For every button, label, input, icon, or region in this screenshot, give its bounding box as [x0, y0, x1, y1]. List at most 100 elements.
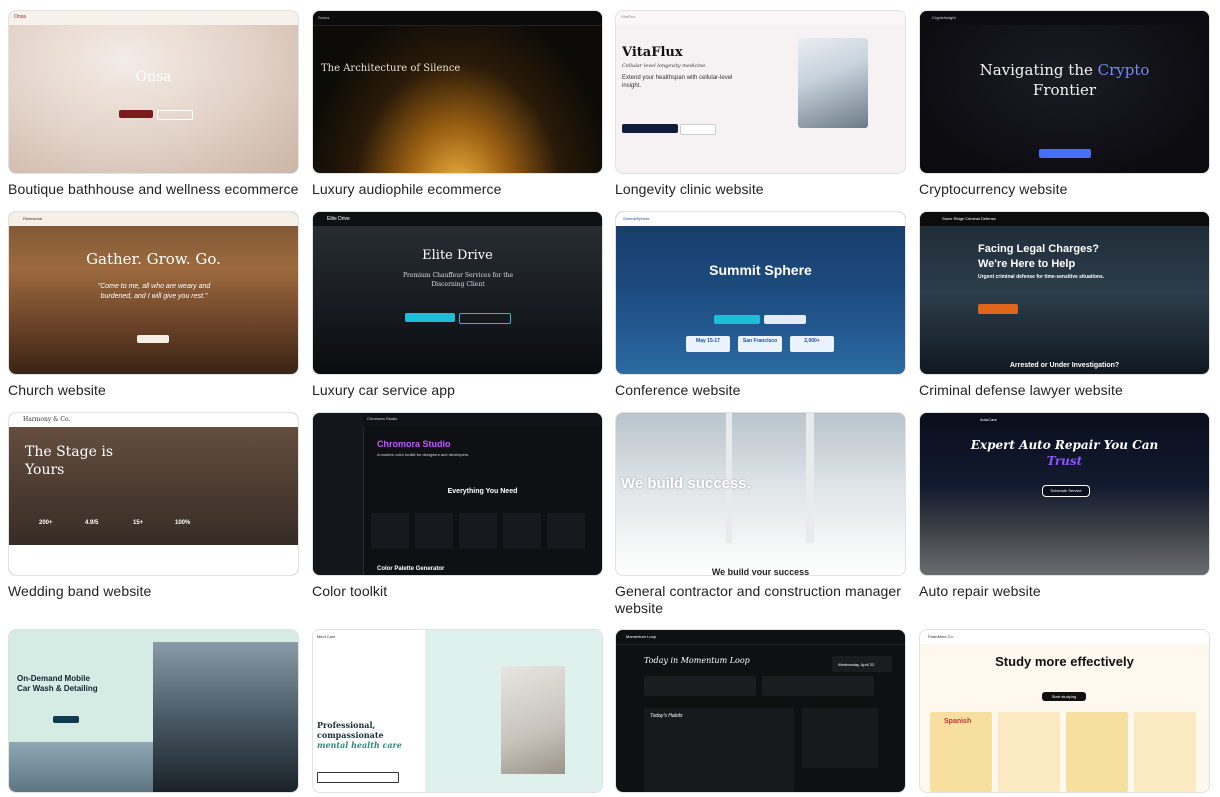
card-caption[interactable]: Luxury car service app — [312, 382, 603, 399]
brand-logo: FlashMind Co. — [928, 634, 954, 639]
hero-button[interactable] — [137, 335, 169, 343]
brand-logo: Chromora Studio — [367, 416, 398, 421]
thumbnail[interactable]: Chromora Studio Chromora Studio A modern… — [312, 412, 603, 576]
stat-row: 200+ 4.9/5 15+ 100% — [39, 520, 209, 534]
template-card-habit-tracker[interactable]: Momentum Loop Today in Momentum Loop Wed… — [615, 629, 906, 793]
hero-button[interactable] — [1039, 149, 1091, 158]
thumbnail[interactable]: Elite Drive Elite Drive Premium Chauffeu… — [312, 211, 603, 375]
thumbnail[interactable]: We build success. We build your success — [615, 412, 906, 576]
template-card-church[interactable]: Riverstone Gather. Grow. Go. "Come to me… — [8, 211, 299, 399]
brand-logo: Harmony & Co. — [23, 416, 71, 423]
thumbnail[interactable]: Harmony & Co. The Stage is Yours 200+ 4.9… — [8, 412, 299, 576]
template-card-crypto[interactable]: CryptoInsight Navigating the Crypto Fron… — [919, 10, 1210, 198]
hero-subtitle: Urgent criminal defense for time-sensiti… — [978, 274, 1105, 280]
hero-body: Extend your healthspan with cellular-lev… — [622, 75, 733, 89]
template-card-mental-health[interactable]: Mind Care Professional, compassionate men… — [312, 629, 603, 793]
section-title: Today's Habits — [650, 713, 683, 719]
hero-title: Today in Momentum Loop — [644, 656, 750, 665]
hero-button-primary[interactable] — [405, 313, 455, 322]
thumbnail[interactable]: Sonus The Architecture of Silence — [312, 10, 603, 174]
feature-card — [415, 513, 453, 549]
hero-button[interactable]: Start studying — [1042, 692, 1086, 701]
brand-logo: Sonus — [318, 15, 330, 20]
hero-title: Onsa — [135, 69, 172, 85]
deck-card[interactable] — [1134, 712, 1196, 792]
deck-card[interactable] — [1066, 712, 1128, 792]
card-caption[interactable]: Church website — [8, 382, 299, 399]
template-card-car-service[interactable]: Elite Drive Elite Drive Premium Chauffeu… — [312, 211, 603, 399]
card-caption[interactable]: General contractor and construction mana… — [615, 583, 906, 617]
deck-card[interactable] — [998, 712, 1060, 792]
band-strip — [9, 545, 298, 575]
section-footer: We build your success — [711, 567, 810, 576]
hero-title: Professional, compassionate mental health… — [317, 720, 402, 750]
thumbnail[interactable]: CryptoInsight Navigating the Crypto Fron… — [919, 10, 1210, 174]
thumbnail[interactable]: SummitSphere Summit Sphere May 15-17 San… — [615, 211, 906, 375]
template-card-wedding-band[interactable]: Harmony & Co. The Stage is Yours 200+ 4.9… — [8, 412, 299, 600]
habits-panel: Today's Habits — [644, 708, 794, 792]
template-card-conference[interactable]: SummitSphere Summit Sphere May 15-17 San… — [615, 211, 906, 399]
hero-button-secondary[interactable] — [459, 313, 511, 324]
hero-title: Expert Auto Repair You Can Trust — [970, 438, 1159, 468]
hero-title: The Stage is Yours — [25, 444, 114, 478]
hero-title: Study more effectively — [995, 654, 1134, 669]
hero-button-primary[interactable] — [714, 315, 760, 324]
hero-button-secondary[interactable] — [680, 124, 716, 135]
template-card-audiophile[interactable]: Sonus The Architecture of Silence Luxury… — [312, 10, 603, 198]
thumbnail[interactable]: VitaFlux VitaFlux Cellular level longevi… — [615, 10, 906, 174]
card-caption[interactable]: Color toolkit — [312, 583, 603, 600]
hero-button-secondary[interactable] — [764, 315, 806, 324]
hero-title: VitaFlux — [622, 45, 683, 60]
hero-title: Gather. Grow. Go. — [86, 250, 221, 268]
card-caption[interactable]: Longevity clinic website — [615, 181, 906, 198]
card-caption[interactable]: Cryptocurrency website — [919, 181, 1210, 198]
hero-button[interactable]: Schedule Service — [1042, 485, 1090, 497]
template-card-lawyer[interactable]: Stone Ridge Criminal Defense Facing Lega… — [919, 211, 1210, 399]
hero-title: Chromora Studio — [377, 439, 451, 449]
thumbnail[interactable]: Stone Ridge Criminal Defense Facing Lega… — [919, 211, 1210, 375]
hero-photo — [153, 642, 298, 792]
hero-button[interactable] — [317, 772, 399, 783]
thumbnail[interactable]: AutoCare Expert Auto Repair You Can Trust… — [919, 412, 1210, 576]
card-caption[interactable]: Luxury audiophile ecommerce — [312, 181, 603, 198]
photo-collage — [501, 666, 565, 774]
hero-button-primary[interactable] — [119, 110, 153, 118]
template-card-contractor[interactable]: We build success. We build your success … — [615, 412, 906, 617]
stat-attendees: 2,000+ — [790, 336, 834, 352]
thumbnail[interactable]: Mind Care Professional, compassionate men… — [312, 629, 603, 793]
card-caption[interactable]: Boutique bathhouse and wellness ecommerc… — [8, 181, 299, 198]
deck-card[interactable]: Spanish — [930, 712, 992, 792]
hero-quote: "Come to me, all who are weary and burde… — [97, 283, 211, 300]
stat-card — [762, 676, 874, 696]
template-card-flashcards[interactable]: FlashMind Co. Study more effectively Sta… — [919, 629, 1210, 793]
feature-card — [459, 513, 497, 549]
hero-button-primary[interactable] — [622, 124, 678, 133]
hero-subtitle: A modern color toolkit for designers and… — [377, 452, 470, 457]
brand-logo: CryptoInsight — [932, 15, 956, 20]
template-card-auto-repair[interactable]: AutoCare Expert Auto Repair You Can Trust… — [919, 412, 1210, 600]
template-card-longevity[interactable]: VitaFlux VitaFlux Cellular level longevi… — [615, 10, 906, 198]
template-card-color-toolkit[interactable]: Chromora Studio Chromora Studio A modern… — [312, 412, 603, 600]
hero-button[interactable] — [53, 716, 79, 723]
hero-button[interactable] — [978, 304, 1018, 314]
hero-title: Elite Drive — [422, 248, 493, 263]
feature-card — [503, 513, 541, 549]
template-card-car-wash[interactable]: On-Demand Mobile Car Wash & Detailing — [8, 629, 299, 793]
stat-location: San Francisco — [738, 336, 782, 352]
thumbnail[interactable]: Momentum Loop Today in Momentum Loop Wed… — [615, 629, 906, 793]
card-caption[interactable]: Conference website — [615, 382, 906, 399]
thumbnail[interactable]: FlashMind Co. Study more effectively Sta… — [919, 629, 1210, 793]
thumbnail[interactable]: On-Demand Mobile Car Wash & Detailing — [8, 629, 299, 793]
hero-title: On-Demand Mobile Car Wash & Detailing — [17, 674, 98, 693]
thumbnail[interactable]: Riverstone Gather. Grow. Go. "Come to me… — [8, 211, 299, 375]
brand-logo: Stone Ridge Criminal Defense — [942, 216, 996, 221]
card-caption[interactable]: Wedding band website — [8, 583, 299, 600]
brand-logo: Onsa — [14, 14, 26, 20]
card-caption[interactable]: Criminal defense lawyer website — [919, 382, 1210, 399]
template-card-bathhouse[interactable]: Onsa Onsa Boutique bathhouse and wellnes… — [8, 10, 299, 198]
hero-button-secondary[interactable] — [157, 110, 193, 120]
card-caption[interactable]: Auto repair website — [919, 583, 1210, 600]
thumbnail[interactable]: Onsa Onsa — [8, 10, 299, 174]
brand-logo: VitaFlux — [621, 14, 636, 19]
chart-panel — [802, 708, 878, 768]
